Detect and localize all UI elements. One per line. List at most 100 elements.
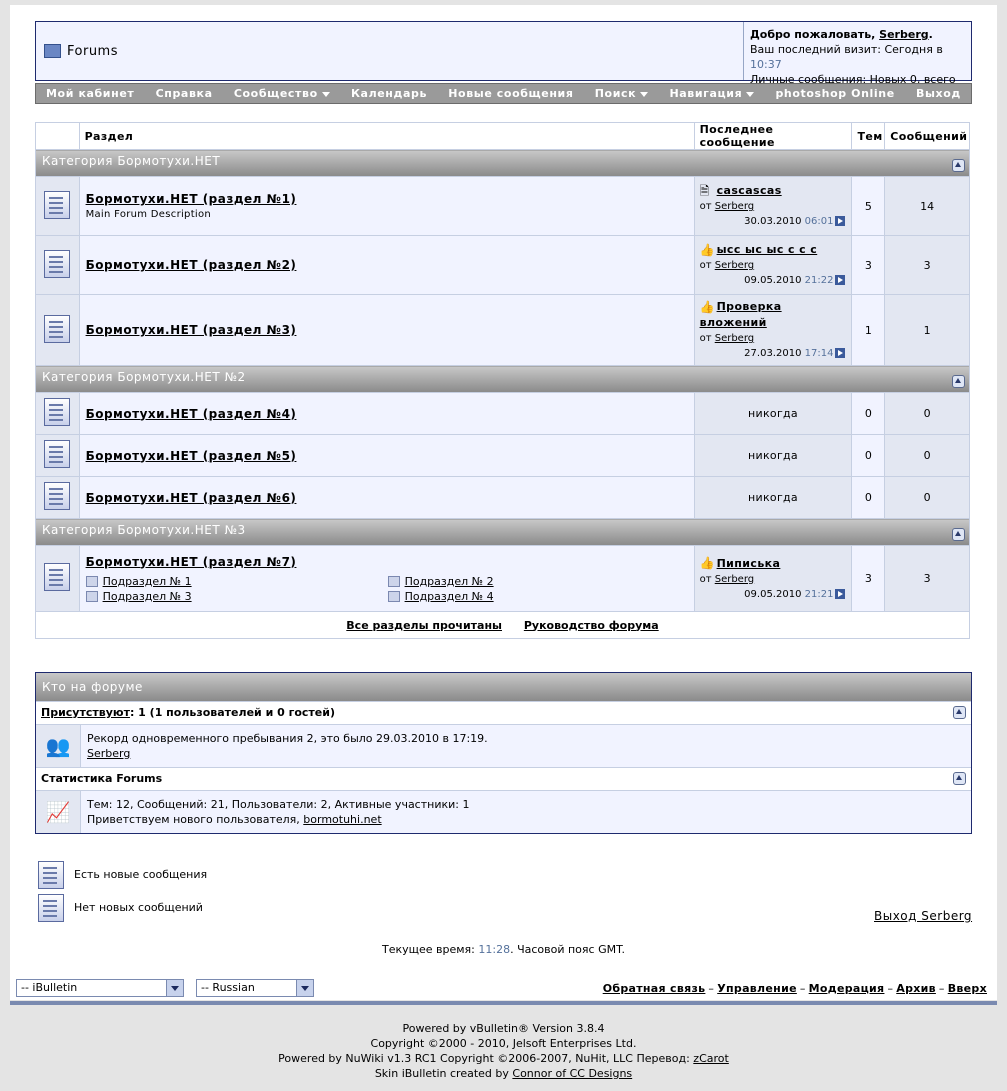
nav-help[interactable]: Справка [156,87,213,100]
forum-info: Бормотухи.НЕТ (раздел №2) [78,235,695,295]
last-post-never: никогда [693,434,853,477]
forum-status-cell [35,392,80,435]
collapse-icon[interactable] [952,375,965,388]
forum-status-cell [35,294,80,366]
last-post-title[interactable]: Пиписька [717,557,781,570]
go-to-last-post-icon[interactable] [835,216,846,226]
forum-title-link[interactable]: Бормотухи.НЕТ (раздел №6) [86,491,688,505]
top-link[interactable]: Вверх [948,982,987,995]
category-row: Категория Бормотухи.НЕТ [35,149,970,177]
nav-photoshop-online[interactable]: photoshop Online [775,87,894,100]
last-post-author[interactable]: Serberg [715,260,754,271]
style-select[interactable]: -- iBulletin [16,979,184,997]
go-to-last-post-icon[interactable] [835,348,846,358]
forum-title-link[interactable]: Бормотухи.НЕТ (раздел №5) [86,449,688,463]
nav-search[interactable]: Поиск [595,87,649,100]
go-to-last-post-icon[interactable] [835,588,846,599]
navbar: Мой кабинет Справка Сообщество Календарь… [35,83,972,104]
thread-count: 3 [851,545,886,612]
copyright: Powered by vBulletin® Version 3.8.4 Copy… [278,1022,729,1080]
username-link[interactable]: Serberg [879,28,928,41]
forum-status-cell [35,476,80,519]
language-select[interactable]: -- Russian [196,979,314,997]
skin-author-link[interactable]: Connor of CC Designs [512,1067,632,1080]
new-user-link[interactable]: bormotuhi.net [303,813,381,826]
forum-title-link[interactable]: Бормотухи.НЕТ (раздел №3) [86,323,688,337]
col-threads: Тем [851,122,886,150]
contact-link[interactable]: Обратная связь [603,982,706,995]
logout-link[interactable]: Выход Serberg [874,909,972,923]
category-row: Категория Бормотухи.НЕТ №3 [35,518,970,546]
page: Forums Добро пожаловать, Serberg. Ваш по… [10,5,997,1005]
footer-divider [10,1001,997,1005]
forum-status-icon [44,314,71,343]
nav-new-posts[interactable]: Новые сообщения [448,87,573,100]
moderation-link[interactable]: Модерация [809,982,885,995]
last-visit: Ваш последний визит: Сегодня в 10:37 [750,43,943,71]
collapse-icon[interactable] [952,528,965,541]
online-user-link[interactable]: Serberg [87,747,130,760]
icon-col-header [35,122,80,150]
thumbs-up-icon: 👍 [699,299,715,314]
forum-guide-link[interactable]: Руководство форума [524,619,659,632]
forum-home-icon[interactable] [44,44,61,58]
last-post-title[interactable]: ысс ыс ыс с с с [717,243,818,256]
forum-row: Бормотухи.НЕТ (раздел №6) никогда 0 0 [35,476,970,519]
last-post-author[interactable]: Serberg [715,333,754,344]
subforum-link[interactable]: Подраздел № 3 [86,590,388,603]
last-post-cell: 👍 Пиписька от Serberg 09.05.2010 21:21 [693,545,853,612]
translator-link[interactable]: zCarot [693,1052,729,1065]
col-posts: Сообщений [884,122,970,150]
page-title: Forums [67,43,118,59]
collapse-icon[interactable] [953,772,966,785]
legend-no-new: Нет новых сообщений [38,891,207,924]
forum-info: Бормотухи.НЕТ (раздел №1) Main Forum Des… [78,176,695,236]
forum-status-icon [44,190,71,219]
forum-new-posts-icon [38,860,64,889]
chevron-down-icon [640,91,649,97]
last-post-author[interactable]: Serberg [715,574,754,585]
subforum-link[interactable]: Подраздел № 2 [388,575,688,588]
last-post-title[interactable]: cascascas [717,184,782,197]
thread-count: 3 [851,235,886,295]
whos-online-box: Кто на форуме Присутствуют: 1 (1 пользов… [35,672,972,834]
subforum-link[interactable]: Подраздел № 1 [86,575,388,588]
subforum-link[interactable]: Подраздел № 4 [388,590,688,603]
category-title[interactable]: Категория Бормотухи.НЕТ №3 [42,523,246,537]
mark-all-read-link[interactable]: Все разделы прочитаны [346,619,502,632]
users-online-icon: 👥 [36,725,81,767]
thread-count: 0 [851,434,886,477]
nav-community[interactable]: Сообщество [234,87,330,100]
present-link[interactable]: Присутствуют [41,706,130,719]
last-post-author[interactable]: Serberg [715,201,754,212]
go-to-last-post-icon[interactable] [835,275,846,285]
chevron-down-icon [296,980,313,996]
forum-title-link[interactable]: Бормотухи.НЕТ (раздел №1) [86,192,688,206]
category-title[interactable]: Категория Бормотухи.НЕТ №2 [42,370,246,384]
nav-calendar[interactable]: Календарь [351,87,427,100]
collapse-icon[interactable] [952,159,965,172]
forum-title-link[interactable]: Бормотухи.НЕТ (раздел №2) [86,258,688,272]
admin-link[interactable]: Управление [717,982,797,995]
nav-navigation[interactable]: Навигация [669,87,755,100]
post-count: 0 [884,392,970,435]
thread-count: 5 [851,176,886,236]
forum-row: Бормотухи.НЕТ (раздел №7) Подраздел № 1 … [35,545,970,612]
nav-logout[interactable]: Выход [916,87,961,100]
forum-info: Бормотухи.НЕТ (раздел №3) [78,294,695,366]
post-count: 0 [884,476,970,519]
category-title[interactable]: Категория Бормотухи.НЕТ [42,154,220,168]
post-count: 0 [884,434,970,477]
forum-title-link[interactable]: Бормотухи.НЕТ (раздел №4) [86,407,688,421]
collapse-icon[interactable] [953,706,966,719]
thread-count: 0 [851,392,886,435]
forum-title-link[interactable]: Бормотухи.НЕТ (раздел №7) [86,555,688,569]
stats-body: 📈 Тем: 12, Сообщений: 21, Пользователи: … [36,790,971,833]
last-post-cell: 👍 ысс ыс ыс с с с от Serberg 09.05.2010 2… [693,235,853,295]
chevron-down-icon [166,980,183,996]
forum-row: Бормотухи.НЕТ (раздел №2) 👍 ысс ыс ыс с с… [35,235,970,295]
archive-link[interactable]: Архив [896,982,936,995]
forum-status-icon [44,249,71,278]
nav-usercp[interactable]: Мой кабинет [46,87,134,100]
thread-count: 0 [851,476,886,519]
